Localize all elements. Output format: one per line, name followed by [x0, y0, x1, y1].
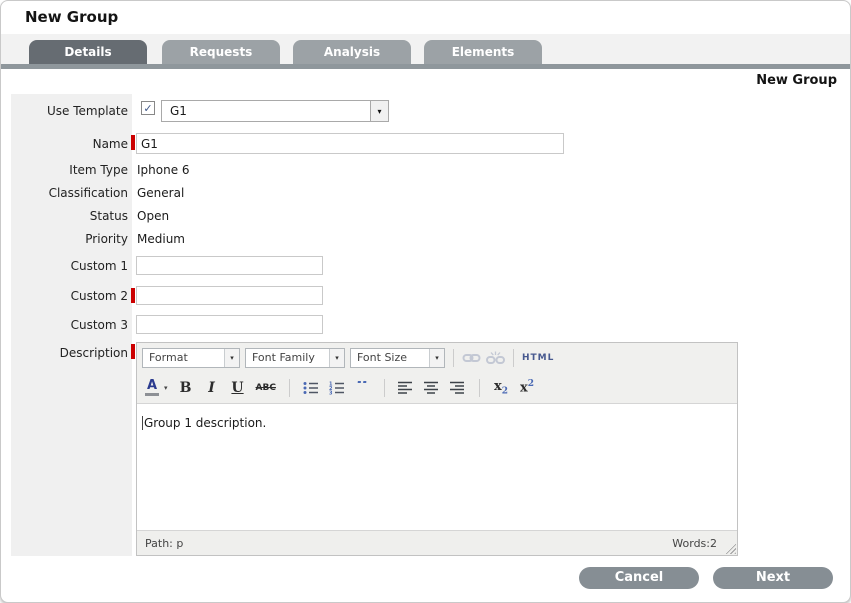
align-left-icon — [398, 381, 413, 395]
dropdown-arrow-icon: ▾ — [224, 349, 239, 367]
remove-link-icon[interactable] — [486, 348, 505, 368]
numbered-list-icon: 123 — [329, 381, 345, 395]
description-required-marker — [131, 344, 135, 359]
description-label: Description — [11, 346, 128, 360]
priority-value: Medium — [137, 232, 185, 246]
classification-label: Classification — [11, 186, 128, 200]
custom1-label: Custom 1 — [11, 259, 128, 273]
superscript-button[interactable]: x2 — [519, 378, 535, 398]
editor-resize-handle[interactable] — [723, 541, 736, 554]
align-right-icon — [450, 381, 465, 395]
toolbar-separator — [384, 379, 385, 397]
priority-label: Priority — [11, 232, 128, 246]
font-color-icon: A — [145, 379, 159, 396]
status-value: Open — [137, 209, 169, 223]
editor-text: Group 1 description. — [144, 416, 266, 430]
use-template-checkbox[interactable]: ✓ — [141, 101, 155, 115]
new-group-window: New Group Details Requests Analysis Elem… — [0, 0, 851, 603]
toolbar-separator — [479, 379, 480, 397]
strikethrough-icon: ABC — [256, 383, 276, 393]
align-right-button[interactable] — [450, 378, 466, 398]
font-color-arrow-icon[interactable]: ▾ — [164, 384, 168, 392]
text-caret — [142, 416, 143, 430]
tab-requests[interactable]: Requests — [162, 40, 280, 64]
editor-toolbar-bottom: A ▾ B I U ABC 123 “ x2 — [137, 372, 737, 403]
classification-value: General — [137, 186, 184, 200]
tab-elements[interactable]: Elements — [424, 40, 542, 64]
align-center-icon — [424, 381, 439, 395]
editor-status-bar: Path: p Words:2 — [137, 531, 737, 555]
font-size-dropdown[interactable]: Font Size ▾ — [350, 348, 445, 368]
custom2-required-marker — [131, 288, 135, 303]
name-label: Name — [11, 137, 128, 151]
next-button[interactable]: Next — [713, 567, 833, 589]
bullet-list-button[interactable] — [303, 378, 319, 398]
editor-path-status: Path: p — [145, 537, 183, 550]
toolbar-separator — [513, 349, 514, 367]
dropdown-arrow-icon: ▾ — [370, 101, 388, 121]
bold-button[interactable]: B — [178, 378, 194, 398]
html-source-button[interactable]: HTML — [522, 353, 554, 363]
checkmark-icon: ✓ — [143, 102, 152, 115]
blockquote-icon: “ — [356, 381, 370, 395]
format-dropdown[interactable]: Format ▾ — [142, 348, 240, 368]
custom2-label: Custom 2 — [11, 289, 128, 303]
dropdown-arrow-icon: ▾ — [429, 349, 444, 367]
font-size-dropdown-value: Font Size — [351, 351, 407, 364]
svg-text:3: 3 — [329, 390, 333, 395]
name-input[interactable] — [136, 133, 564, 154]
editor-word-count: Words:2 — [672, 537, 717, 550]
numbered-list-button[interactable]: 123 — [329, 378, 345, 398]
insert-link-icon[interactable] — [462, 348, 481, 368]
template-select-value: G1 — [162, 104, 187, 118]
name-required-marker — [131, 135, 135, 150]
tab-analysis[interactable]: Analysis — [293, 40, 411, 64]
format-dropdown-value: Format — [143, 351, 188, 364]
custom2-input[interactable] — [136, 286, 323, 305]
font-color-button[interactable]: A — [144, 378, 160, 398]
dropdown-arrow-icon: ▾ — [329, 349, 344, 367]
page-title: New Group — [25, 8, 118, 26]
align-center-button[interactable] — [424, 378, 440, 398]
template-select[interactable]: G1 ▾ — [161, 100, 389, 122]
italic-button[interactable]: I — [204, 378, 220, 398]
font-family-dropdown[interactable]: Font Family ▾ — [245, 348, 345, 368]
toolbar-separator — [289, 379, 290, 397]
tab-details[interactable]: Details — [29, 40, 147, 64]
custom3-label: Custom 3 — [11, 318, 128, 332]
blockquote-button[interactable]: “ — [355, 378, 371, 398]
underline-icon: U — [231, 380, 243, 396]
item-type-value: Iphone 6 — [137, 163, 190, 177]
editor-toolbar-top: Format ▾ Font Family ▾ Font Size ▾ HTML — [137, 343, 737, 372]
custom3-input[interactable] — [136, 315, 323, 334]
item-type-label: Item Type — [11, 163, 128, 177]
strikethrough-button[interactable]: ABC — [256, 378, 276, 398]
toolbar-separator — [453, 349, 454, 367]
subscript-icon: x2 — [494, 379, 508, 397]
underline-button[interactable]: U — [230, 378, 246, 398]
status-label: Status — [11, 209, 128, 223]
italic-icon: I — [208, 380, 215, 396]
editor-content-area[interactable]: Group 1 description. — [137, 403, 737, 531]
bold-icon: B — [180, 380, 192, 396]
font-family-dropdown-value: Font Family — [246, 351, 315, 364]
section-title: New Group — [756, 73, 837, 88]
align-left-button[interactable] — [398, 378, 414, 398]
use-template-label: Use Template — [11, 104, 128, 118]
superscript-icon: x2 — [520, 379, 534, 395]
description-editor: Format ▾ Font Family ▾ Font Size ▾ HTML … — [136, 342, 738, 556]
bullet-list-icon — [303, 381, 319, 395]
custom1-input[interactable] — [136, 256, 323, 275]
cancel-button[interactable]: Cancel — [579, 567, 699, 589]
subscript-button[interactable]: x2 — [493, 378, 509, 398]
tab-underline-bar — [1, 64, 850, 69]
